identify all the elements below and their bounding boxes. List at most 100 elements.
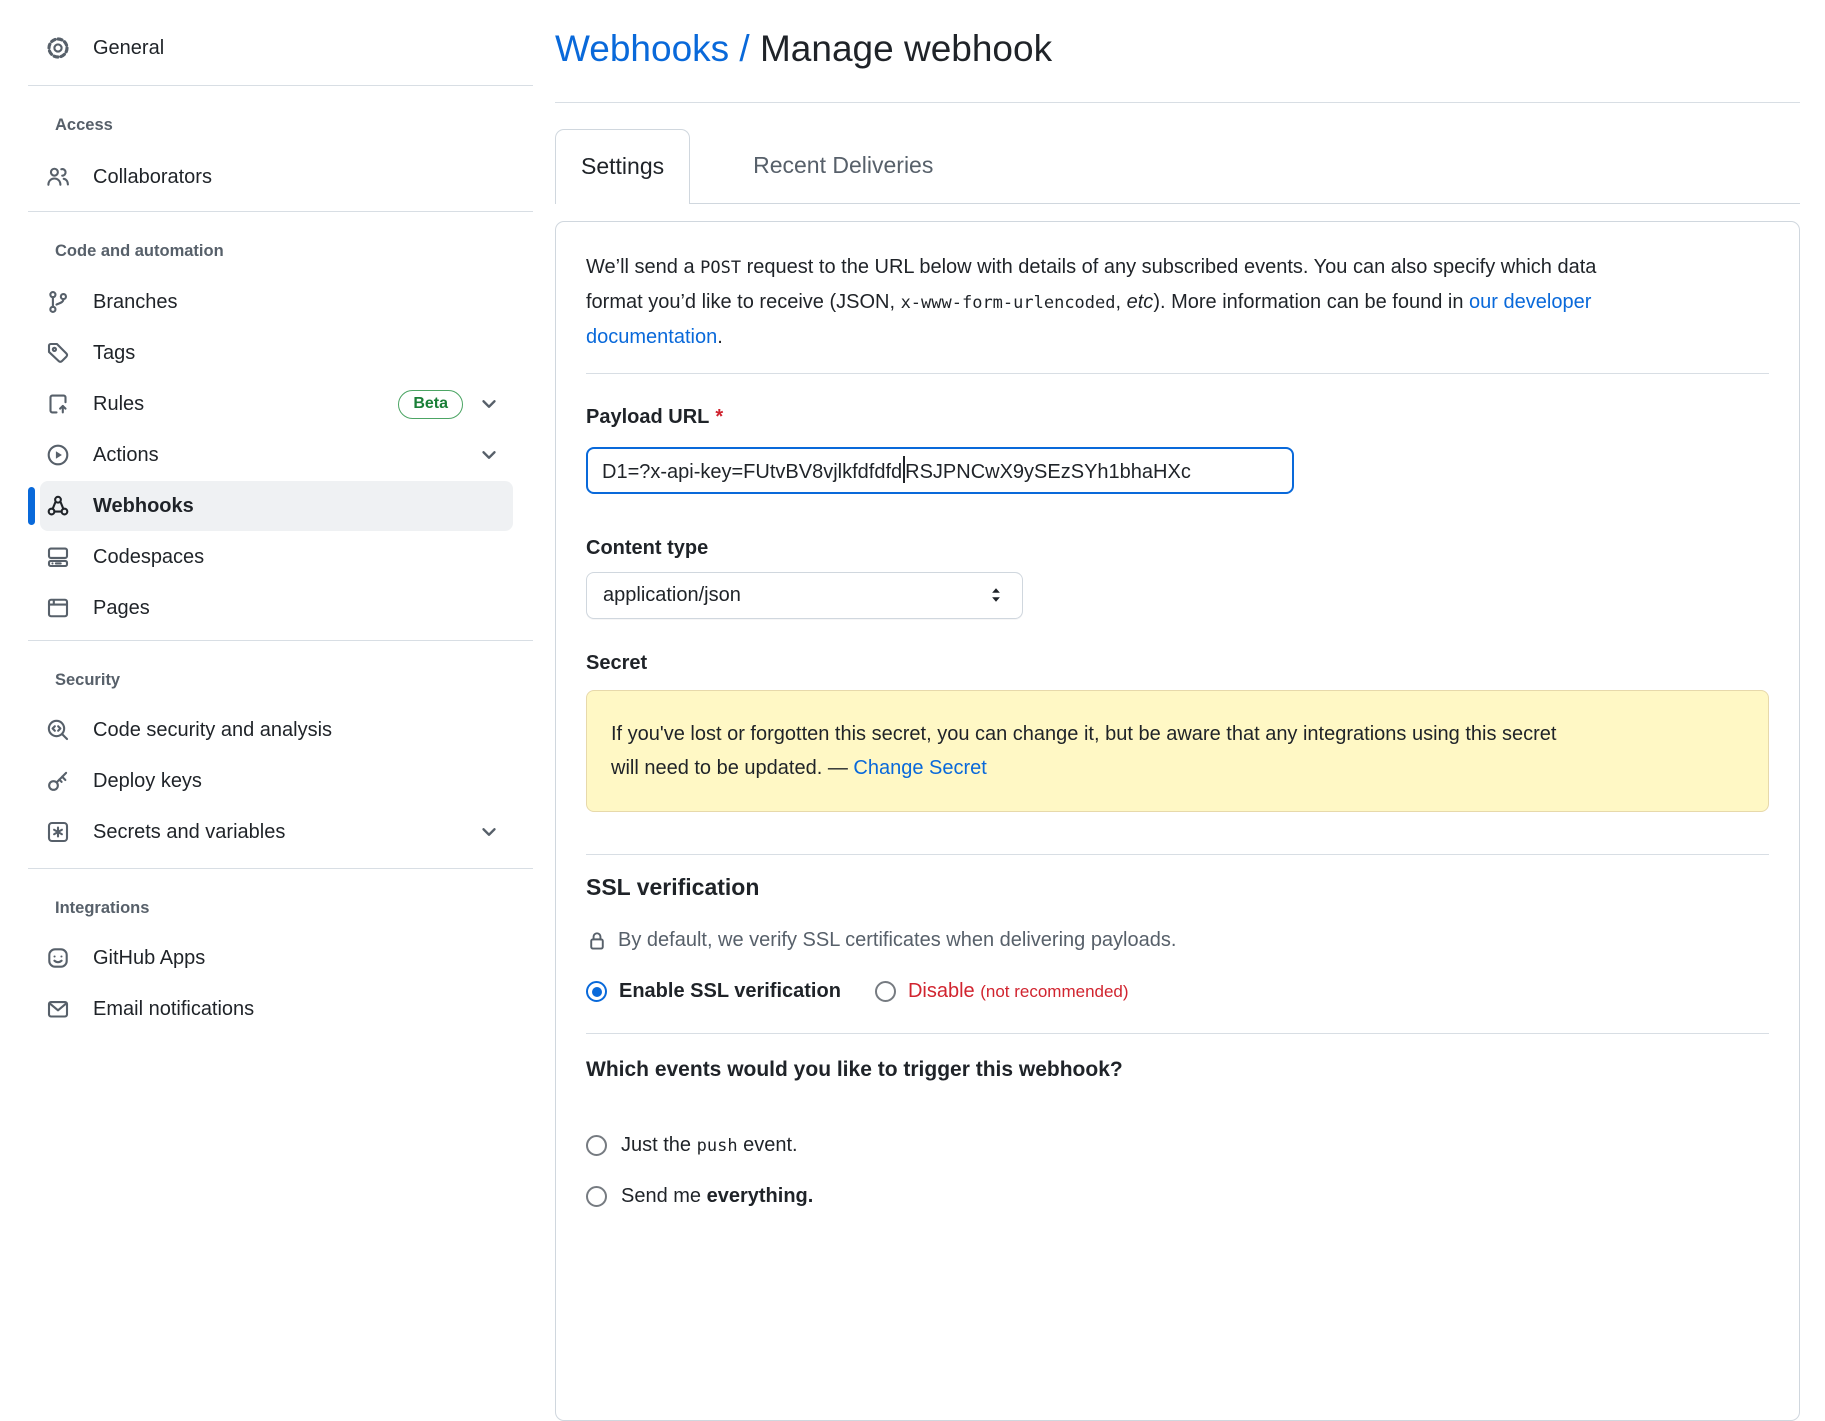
text-segment: Send me bbox=[621, 1185, 707, 1207]
secret-label: Secret bbox=[586, 649, 1769, 677]
sidebar-item-label: Rules bbox=[93, 393, 144, 416]
text-segment: everything. bbox=[707, 1185, 814, 1207]
radio-enable-ssl[interactable] bbox=[586, 981, 607, 1002]
sidebar-item-rules[interactable]: Rules Beta bbox=[0, 379, 545, 429]
sidebar-item-tags[interactable]: Tags bbox=[0, 328, 545, 378]
intro-text: We’ll send a POST request to the URL bel… bbox=[586, 250, 1769, 354]
asterisk-box-icon bbox=[46, 820, 70, 844]
sidebar-item-collaborators[interactable]: Collaborators bbox=[0, 152, 545, 202]
sidebar-divider bbox=[28, 211, 533, 212]
ssl-note-text: By default, we verify SSL certificates w… bbox=[618, 929, 1176, 952]
section-divider bbox=[586, 854, 1769, 855]
tabnav: Settings Recent Deliveries bbox=[555, 129, 1800, 204]
sidebar-item-label: General bbox=[93, 37, 164, 60]
text-segment: push bbox=[697, 1136, 738, 1156]
sidebar-item-general[interactable]: General bbox=[0, 23, 545, 73]
text-segment: request to the URL below with details of… bbox=[741, 256, 1596, 278]
radio-label-disable-ssl[interactable]: Disable (not recommended) bbox=[908, 980, 1129, 1003]
webhook-settings-panel: We’ll send a POST request to the URL bel… bbox=[555, 221, 1800, 1421]
sidebar-divider bbox=[28, 640, 533, 641]
section-divider bbox=[586, 1033, 1769, 1034]
sidebar-item-actions[interactable]: Actions bbox=[0, 430, 545, 480]
page-title-current: Manage webhook bbox=[760, 28, 1052, 69]
sidebar-item-label: Secrets and variables bbox=[93, 821, 285, 844]
event-options: Just the push event. Send me everything. bbox=[586, 1132, 1769, 1211]
radio-just-push[interactable] bbox=[586, 1135, 607, 1156]
required-asterisk: * bbox=[715, 406, 723, 428]
chevron-down-icon[interactable] bbox=[478, 821, 500, 843]
sidebar-item-github-apps[interactable]: GitHub Apps bbox=[0, 933, 545, 983]
ssl-options: Enable SSL verification Disable (not reco… bbox=[586, 977, 1769, 1007]
sidebar-item-label: Webhooks bbox=[93, 495, 194, 518]
sidebar-divider bbox=[28, 85, 533, 86]
event-option-row: Just the push event. bbox=[586, 1132, 1769, 1160]
chevron-down-icon[interactable] bbox=[478, 393, 500, 415]
breadcrumb-webhooks-link[interactable]: Webhooks / bbox=[555, 28, 750, 69]
sidebar-section-header: Integrations bbox=[55, 897, 545, 919]
text-segment: If you've lost or forgotten this secret,… bbox=[611, 723, 1556, 745]
beta-badge: Beta bbox=[398, 390, 463, 419]
events-question: Which events would you like to trigger t… bbox=[586, 1055, 1769, 1085]
content-type-select[interactable]: application/json bbox=[586, 572, 1023, 619]
sidebar-item-codespaces[interactable]: Codespaces bbox=[0, 532, 545, 582]
text-segment: Just the bbox=[621, 1134, 697, 1156]
sidebar-divider bbox=[28, 868, 533, 869]
sidebar-item-label: Deploy keys bbox=[93, 770, 202, 793]
key-icon bbox=[46, 769, 70, 793]
radio-disable-ssl[interactable] bbox=[875, 981, 896, 1002]
settings-sidebar: General Access Collaborators Code and autom… bbox=[0, 0, 545, 1034]
sidebar-item-branches[interactable]: Branches bbox=[0, 277, 545, 327]
chevron-down-icon[interactable] bbox=[478, 444, 500, 466]
payload-url-label: Payload URL* bbox=[586, 403, 1769, 431]
tab-settings[interactable]: Settings bbox=[555, 129, 690, 205]
sidebar-item-label: Email notifications bbox=[93, 998, 254, 1021]
people-icon bbox=[46, 165, 70, 189]
sidebar-section-header: Access bbox=[55, 114, 545, 136]
sidebar-item-label: Codespaces bbox=[93, 546, 204, 569]
sidebar-item-label: Tags bbox=[93, 342, 135, 365]
sidebar-item-label: Pages bbox=[93, 597, 150, 620]
title-divider bbox=[555, 102, 1800, 103]
sidebar-section-header: Security bbox=[55, 669, 545, 691]
radio-label-send-everything[interactable]: Send me everything. bbox=[621, 1185, 813, 1208]
sidebar-item-label: Branches bbox=[93, 291, 178, 314]
sidebar-item-deploy-keys[interactable]: Deploy keys bbox=[0, 756, 545, 806]
sidebar-item-code-security[interactable]: Code security and analysis bbox=[0, 705, 545, 755]
sidebar-item-label: Actions bbox=[93, 444, 159, 467]
play-icon bbox=[46, 443, 70, 467]
main-content: Webhooks / Manage webhook Settings Recent… bbox=[555, 0, 1800, 1421]
inline-link[interactable]: documentation bbox=[586, 326, 717, 348]
payload-url-input[interactable]: D1=?x-api-key=FUtvBV8vjlkfdfdfdRSJPNCwX9… bbox=[586, 447, 1294, 494]
sidebar-item-pages[interactable]: Pages bbox=[0, 583, 545, 633]
text-segment: format you’d like to receive (JSON, bbox=[586, 291, 901, 313]
mail-icon bbox=[46, 997, 70, 1021]
payload-url-value-after-caret: RSJPNCwX9ySEzSYh1bhaHXc bbox=[905, 461, 1191, 483]
sidebar-item-webhooks[interactable]: Webhooks bbox=[40, 481, 513, 531]
webhook-icon bbox=[46, 494, 70, 518]
text-segment: POST bbox=[700, 258, 741, 278]
git-branch-icon bbox=[46, 290, 70, 314]
text-segment: ). More information can be found in bbox=[1153, 291, 1469, 313]
text-segment: will need to be updated. — bbox=[611, 757, 853, 779]
secret-flash-warning: If you've lost or forgotten this secret,… bbox=[586, 690, 1769, 812]
radio-label-just-push[interactable]: Just the push event. bbox=[621, 1134, 798, 1157]
tab-recent-deliveries[interactable]: Recent Deliveries bbox=[723, 129, 963, 203]
text-segment: We’ll send a bbox=[586, 256, 700, 278]
lock-icon bbox=[586, 929, 608, 953]
app-icon bbox=[46, 946, 70, 970]
sidebar-item-secrets-and-variables[interactable]: Secrets and variables bbox=[0, 807, 545, 857]
text-segment: Disable bbox=[908, 980, 975, 1002]
sidebar-section-header: Code and automation bbox=[55, 240, 545, 262]
sidebar-item-email-notifications[interactable]: Email notifications bbox=[0, 984, 545, 1034]
sidebar-item-label: Collaborators bbox=[93, 166, 212, 189]
radio-send-everything[interactable] bbox=[586, 1186, 607, 1207]
event-option-row: Send me everything. bbox=[586, 1183, 1769, 1211]
inline-link[interactable]: Change Secret bbox=[853, 757, 986, 779]
inline-link[interactable]: our developer bbox=[1469, 291, 1591, 313]
ssl-verification-heading: SSL verification bbox=[586, 872, 1769, 902]
tag-icon bbox=[46, 341, 70, 365]
codespaces-icon bbox=[46, 545, 70, 569]
browser-icon bbox=[46, 596, 70, 620]
radio-label-enable-ssl[interactable]: Enable SSL verification bbox=[619, 980, 841, 1003]
text-segment: (not recommended) bbox=[980, 982, 1128, 1001]
